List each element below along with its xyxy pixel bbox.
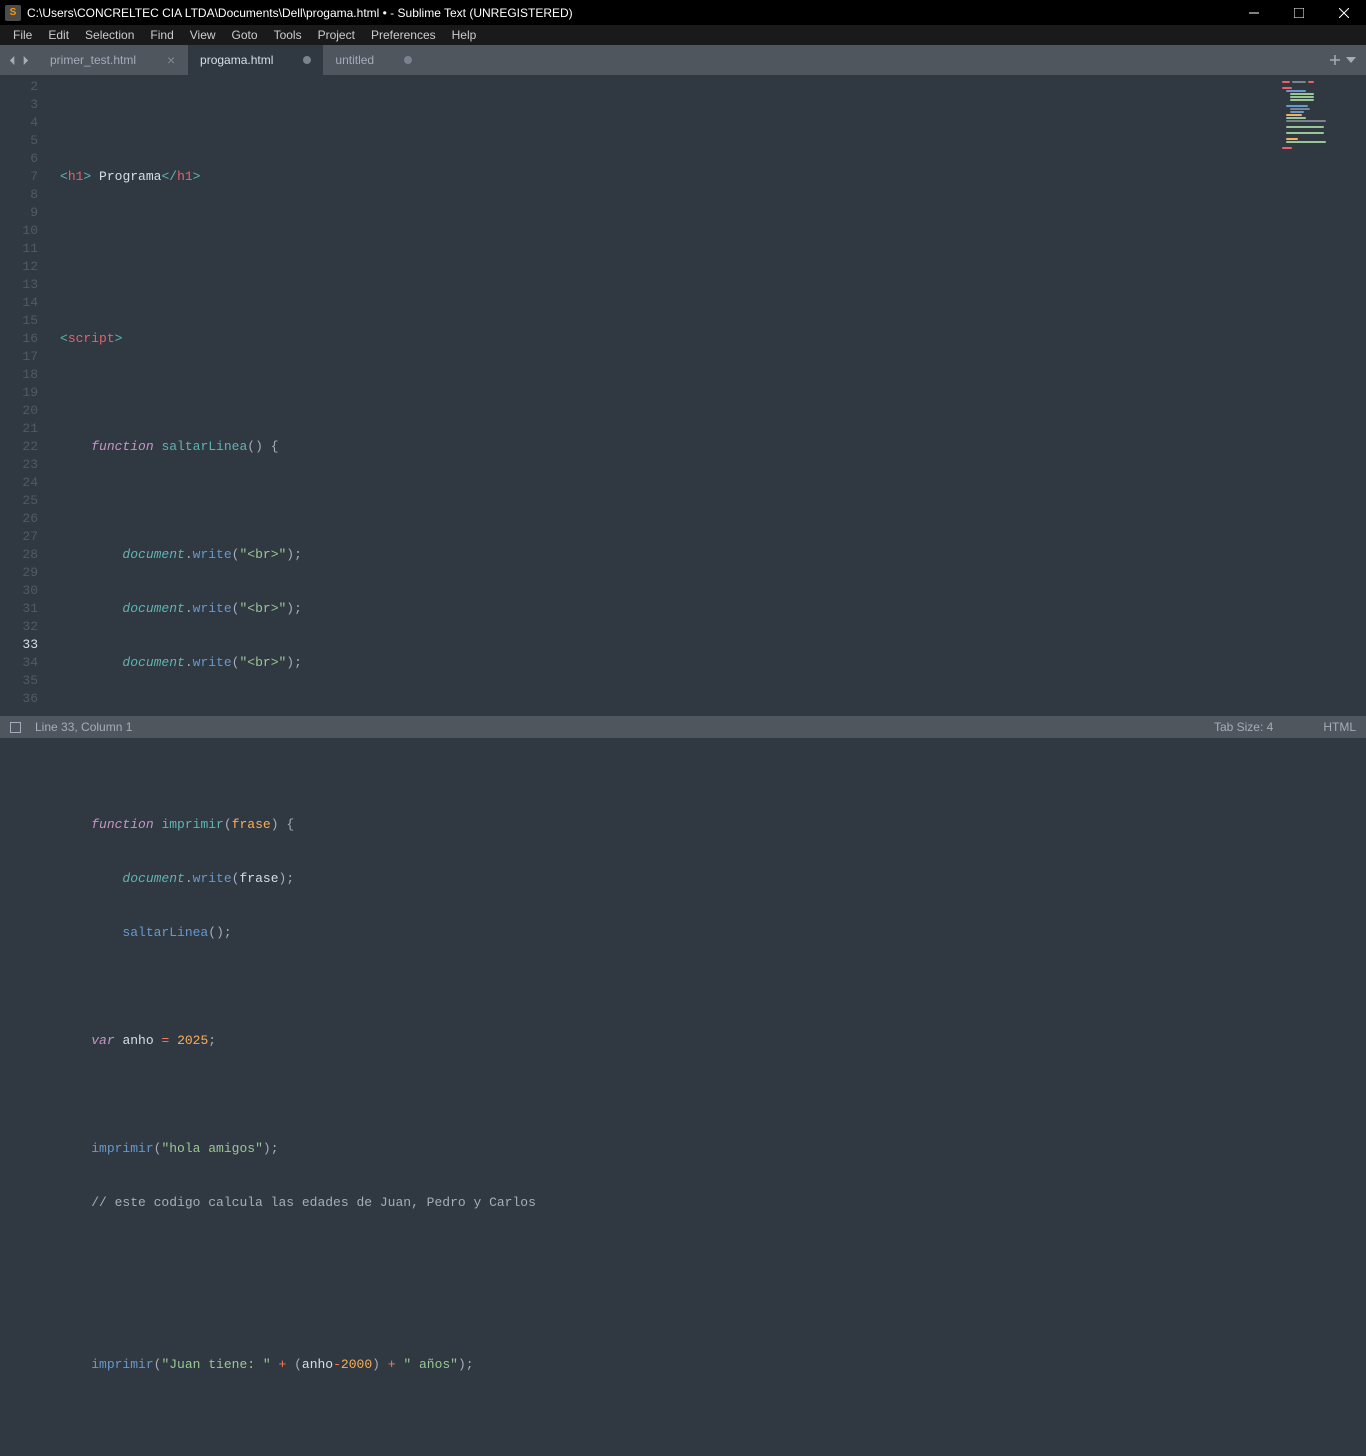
tab-label: untitled <box>335 53 374 67</box>
menu-project[interactable]: Project <box>310 26 363 44</box>
status-syntax[interactable]: HTML <box>1323 720 1356 734</box>
tab-label: primer_test.html <box>50 53 136 67</box>
panel-switcher-icon[interactable] <box>10 722 21 733</box>
tab-back-icon[interactable] <box>8 56 17 65</box>
code-area[interactable]: <h1> Programa</h1> <script> function sal… <box>48 75 1276 716</box>
menu-selection[interactable]: Selection <box>77 26 142 44</box>
menu-help[interactable]: Help <box>444 26 485 44</box>
tab-untitled[interactable]: untitled <box>323 45 424 75</box>
minimize-button[interactable] <box>1231 0 1276 25</box>
tab-bar: primer_test.html × progama.html untitled <box>0 45 1366 75</box>
menu-view[interactable]: View <box>182 26 224 44</box>
menu-find[interactable]: Find <box>142 26 181 44</box>
minimap[interactable] <box>1276 75 1366 716</box>
tab-menu-icon[interactable] <box>1346 55 1356 65</box>
line-gutter[interactable]: 2345678910111213141516171819202122232425… <box>0 75 48 716</box>
menu-bar: File Edit Selection Find View Goto Tools… <box>0 25 1366 45</box>
app-logo-icon: S <box>5 5 21 21</box>
tab-primer-test[interactable]: primer_test.html × <box>38 45 188 75</box>
new-tab-icon[interactable] <box>1330 55 1340 65</box>
window-title: C:\Users\CONCRELTEC CIA LTDA\Documents\D… <box>27 6 1231 20</box>
editor: 2345678910111213141516171819202122232425… <box>0 75 1366 716</box>
tab-progama[interactable]: progama.html <box>188 45 323 75</box>
close-button[interactable] <box>1321 0 1366 25</box>
tab-dirty-icon[interactable] <box>303 56 311 64</box>
tab-label: progama.html <box>200 53 273 67</box>
tab-close-icon[interactable]: × <box>166 55 176 65</box>
menu-edit[interactable]: Edit <box>40 26 77 44</box>
tab-forward-icon[interactable] <box>21 56 30 65</box>
menu-preferences[interactable]: Preferences <box>363 26 444 44</box>
tab-nav <box>0 45 38 75</box>
menu-file[interactable]: File <box>5 26 40 44</box>
menu-tools[interactable]: Tools <box>266 26 310 44</box>
menu-goto[interactable]: Goto <box>224 26 266 44</box>
maximize-button[interactable] <box>1276 0 1321 25</box>
title-bar: S C:\Users\CONCRELTEC CIA LTDA\Documents… <box>0 0 1366 25</box>
tab-dirty-icon[interactable] <box>404 56 412 64</box>
